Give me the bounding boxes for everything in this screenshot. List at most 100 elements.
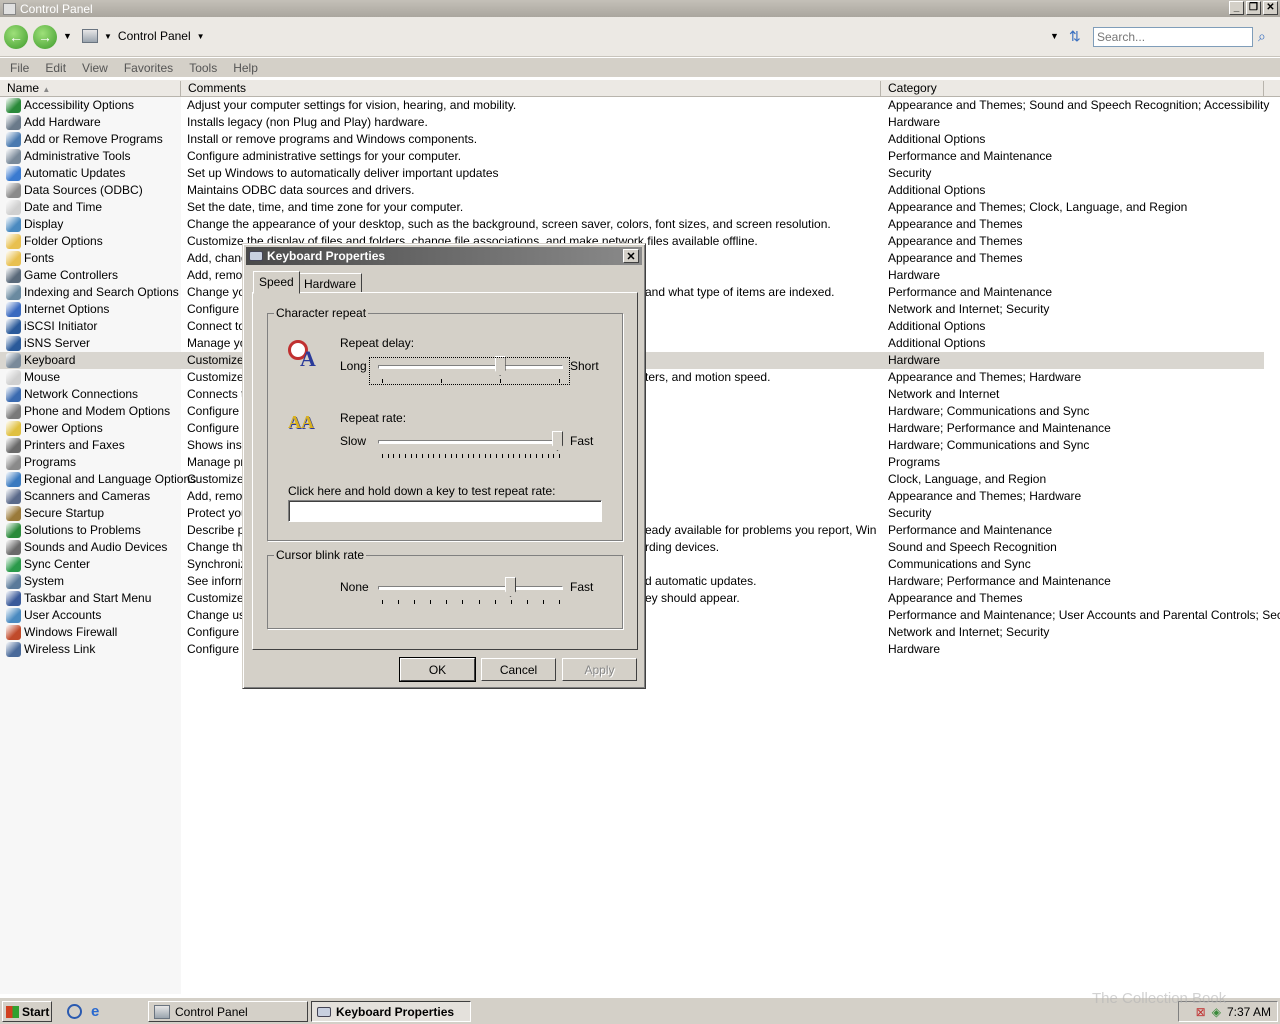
chevron-down-icon[interactable]: ▼ (197, 32, 205, 41)
slider-tick (462, 600, 464, 604)
tab-panel-speed: Character repeat A Repeat delay: Long Sh… (252, 292, 638, 650)
quicklaunch-explorer-icon[interactable] (67, 1004, 82, 1019)
repeat-rate-label: Repeat rate: (340, 411, 407, 425)
item-icon (6, 421, 21, 436)
list-item[interactable]: Automatic Updates Set up Windows to autom… (0, 165, 1264, 182)
list-item[interactable]: Date and Time Set the date, time, and tim… (0, 199, 1264, 216)
item-name: Date and Time (24, 200, 103, 214)
item-category: Network and Internet (888, 387, 1000, 401)
slider-tick (444, 454, 446, 458)
ok-button[interactable]: OK (399, 657, 476, 682)
item-comment: Install or remove programs and Windows c… (187, 132, 478, 146)
slider-tick (519, 454, 521, 458)
cursor-blink-label: Cursor blink rate (274, 548, 367, 562)
column-header-category[interactable]: Category (881, 81, 1264, 96)
menu-edit[interactable]: Edit (45, 61, 66, 75)
list-item[interactable]: Administrative Tools Configure administra… (0, 148, 1264, 165)
slider-tick (553, 454, 555, 458)
item-category: Performance and Maintenance (888, 149, 1053, 163)
apply-button[interactable]: Apply (562, 658, 637, 681)
item-category: Appearance and Themes; Clock, Language, … (888, 200, 1188, 214)
item-icon (6, 98, 21, 113)
close-button[interactable]: ✕ (1263, 1, 1278, 15)
menu-help[interactable]: Help (233, 61, 258, 75)
minimize-button[interactable]: _ (1229, 1, 1244, 15)
maximize-button[interactable]: ❐ (1246, 1, 1261, 15)
item-icon (6, 251, 21, 266)
slider-tick (387, 454, 389, 458)
list-item[interactable]: Accessibility Options Adjust your compute… (0, 97, 1269, 114)
task-keyboard-properties[interactable]: Keyboard Properties (311, 1001, 471, 1022)
history-dropdown-icon[interactable]: ▼ (63, 31, 72, 41)
cursor-blink-slider[interactable] (505, 577, 517, 597)
column-header-comments[interactable]: Comments (181, 81, 881, 96)
list-item[interactable]: Data Sources (ODBC) Maintains ODBC data s… (0, 182, 1264, 199)
item-name: Power Options (24, 421, 103, 435)
item-category: Sound and Speech Recognition (888, 540, 1057, 554)
back-button[interactable]: ← (4, 25, 28, 49)
slider-tick (461, 454, 463, 458)
test-repeat-input[interactable] (288, 500, 602, 522)
slider-tick (484, 454, 486, 458)
task-control-panel[interactable]: Control Panel (148, 1001, 308, 1022)
slider-tick (382, 454, 383, 458)
quicklaunch-ie-icon[interactable]: e (91, 1003, 99, 1020)
tab-speed[interactable]: Speed (253, 271, 300, 294)
cursor-blink-max-label: Fast (570, 580, 594, 594)
clock[interactable]: 7:37 AM (1227, 1005, 1271, 1019)
item-icon (6, 166, 21, 181)
item-icon (6, 608, 21, 623)
repeat-delay-min-label: Long (340, 359, 367, 373)
item-category: Appearance and Themes; Sound and Speech … (888, 98, 1270, 112)
search-icon[interactable]: ⌕ (1258, 28, 1266, 45)
item-icon (6, 200, 21, 215)
slider-tick (478, 600, 480, 604)
character-repeat-group: Character repeat A Repeat delay: Long Sh… (267, 306, 623, 541)
sort-ascending-icon: ▲ (42, 85, 51, 94)
search-input[interactable]: Search... (1093, 27, 1253, 47)
item-name: Phone and Modem Options (24, 404, 171, 418)
menu-view[interactable]: View (82, 61, 108, 75)
list-item[interactable]: Display Change the appearance of your des… (0, 216, 1264, 233)
start-button[interactable]: Start (2, 1001, 52, 1022)
item-category: Programs (888, 455, 941, 469)
menu-favorites[interactable]: Favorites (124, 61, 173, 75)
slider-tick (467, 454, 469, 458)
dialog-title: Keyboard Properties (267, 249, 386, 263)
item-icon (6, 455, 21, 470)
item-category: Appearance and Themes (888, 217, 1023, 231)
breadcrumb-control-panel[interactable]: Control Panel (118, 29, 191, 43)
slider-tick (547, 454, 549, 458)
list-item[interactable]: Add or Remove Programs Install or remove … (0, 131, 1264, 148)
item-name: Solutions to Problems (24, 523, 141, 537)
item-name: Wireless Link (24, 642, 96, 656)
chevron-down-icon[interactable]: ▼ (104, 32, 112, 41)
repeat-rate-slider[interactable] (552, 431, 563, 451)
dialog-close-button[interactable]: ✕ (623, 249, 639, 263)
item-icon (6, 319, 21, 334)
slider-tick (513, 454, 515, 458)
slider-tick (430, 600, 432, 604)
column-header-name[interactable]: Name ▲ (0, 81, 181, 96)
list-item[interactable]: Add Hardware Installs legacy (non Plug an… (0, 114, 1264, 131)
repeat-delay-label: Repeat delay: (340, 336, 415, 350)
item-icon (6, 336, 21, 351)
slider-tick (382, 600, 383, 604)
item-category: Performance and Maintenance (888, 285, 1053, 299)
address-path[interactable]: ▼ Control Panel ▼ (82, 25, 205, 47)
menu-tools[interactable]: Tools (189, 61, 217, 75)
item-comment: Maintains ODBC data sources and drivers. (187, 183, 415, 197)
slider-tick (526, 600, 528, 604)
item-comment-visible-tail: rding devices. (645, 540, 720, 554)
item-name: Internet Options (24, 302, 110, 316)
cancel-button[interactable]: Cancel (481, 658, 556, 681)
forward-button[interactable]: → (33, 25, 57, 49)
item-name: Taskbar and Start Menu (24, 591, 152, 605)
menu-file[interactable]: File (10, 61, 29, 75)
slider-tick (433, 454, 435, 458)
repeat-rate-ticks (382, 454, 560, 459)
tab-hardware[interactable]: Hardware (298, 273, 363, 293)
test-repeat-label: Click here and hold down a key to test r… (288, 484, 556, 498)
refresh-icon[interactable]: ⇅ (1069, 28, 1081, 45)
address-dropdown-icon[interactable]: ▼ (1050, 31, 1059, 41)
